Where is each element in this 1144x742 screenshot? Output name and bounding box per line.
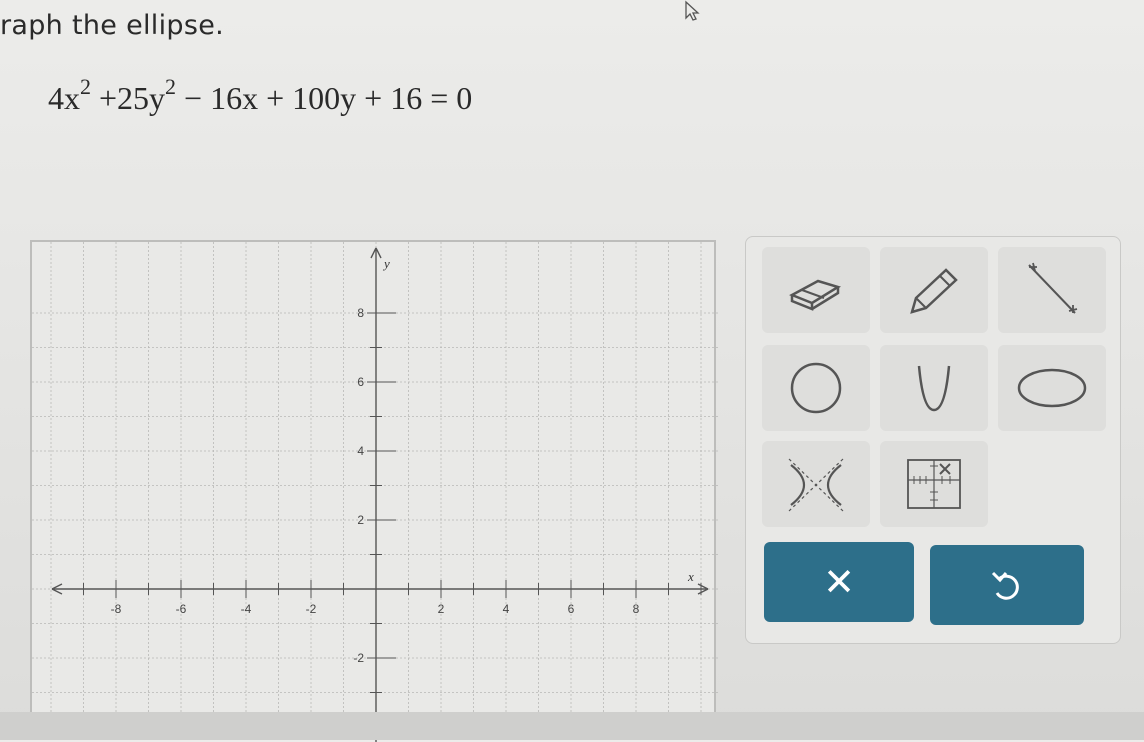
mouse-cursor-icon xyxy=(685,0,700,21)
line-tool-button[interactable] xyxy=(998,247,1106,333)
y-axis-label: y xyxy=(382,256,390,271)
eraser-tool-button[interactable] xyxy=(762,247,870,333)
equation-term: 4x xyxy=(48,80,80,116)
undo-button[interactable] xyxy=(930,545,1084,625)
grid-tool-button[interactable] xyxy=(880,441,988,527)
x-tick-label: -2 xyxy=(306,602,317,616)
graph-canvas[interactable]: xy -8-6-4-224688642-2-4 xyxy=(30,240,718,742)
equation: 4x2 +25y2 − 16x + 100y + 16 = 0 xyxy=(48,74,473,117)
y-tick-label: 8 xyxy=(357,306,364,320)
tool-panel: ✕ xyxy=(745,236,1121,644)
circle-icon xyxy=(790,362,842,414)
y-tick-label: 2 xyxy=(357,513,364,527)
hyperbola-icon xyxy=(788,458,844,512)
line-segment-icon xyxy=(1028,262,1078,314)
instruction-text: raph the ellipse. xyxy=(0,10,224,41)
pencil-icon xyxy=(910,268,958,314)
x-axis-label: x xyxy=(687,569,694,584)
bottom-bar xyxy=(0,712,1144,740)
equation-exponent: 2 xyxy=(80,74,91,99)
y-tick-label: -2 xyxy=(353,651,364,665)
close-icon: ✕ xyxy=(823,560,855,604)
grid-icon xyxy=(907,459,961,509)
x-tick-label: 4 xyxy=(503,602,510,616)
equation-term: +25y xyxy=(99,80,166,116)
circle-tool-button[interactable] xyxy=(762,345,870,431)
y-tick-label: 6 xyxy=(357,375,364,389)
x-tick-label: 6 xyxy=(568,602,575,616)
equation-term: − 16x + 100y + 16 = 0 xyxy=(184,80,473,116)
ellipse-tool-button[interactable] xyxy=(998,345,1106,431)
hyperbola-tool-button[interactable] xyxy=(762,441,870,527)
clear-button[interactable]: ✕ xyxy=(764,542,914,622)
parabola-tool-button[interactable] xyxy=(880,345,988,431)
equation-exponent: 2 xyxy=(165,74,177,99)
pencil-tool-button[interactable] xyxy=(880,247,988,333)
parabola-icon xyxy=(917,365,951,412)
axes: xy xyxy=(51,247,709,742)
undo-icon xyxy=(991,571,1019,600)
x-tick-label: -8 xyxy=(111,602,122,616)
eraser-icon xyxy=(789,279,842,311)
y-tick-label: 4 xyxy=(357,444,364,458)
coordinate-plane[interactable]: xy -8-6-4-224688642-2-4 xyxy=(32,242,718,742)
grid-lines xyxy=(32,242,718,742)
x-tick-label: 2 xyxy=(438,602,445,616)
x-tick-label: -6 xyxy=(176,602,187,616)
x-tick-label: 8 xyxy=(633,602,640,616)
ellipse-icon xyxy=(1017,368,1087,408)
x-tick-label: -4 xyxy=(241,602,252,616)
